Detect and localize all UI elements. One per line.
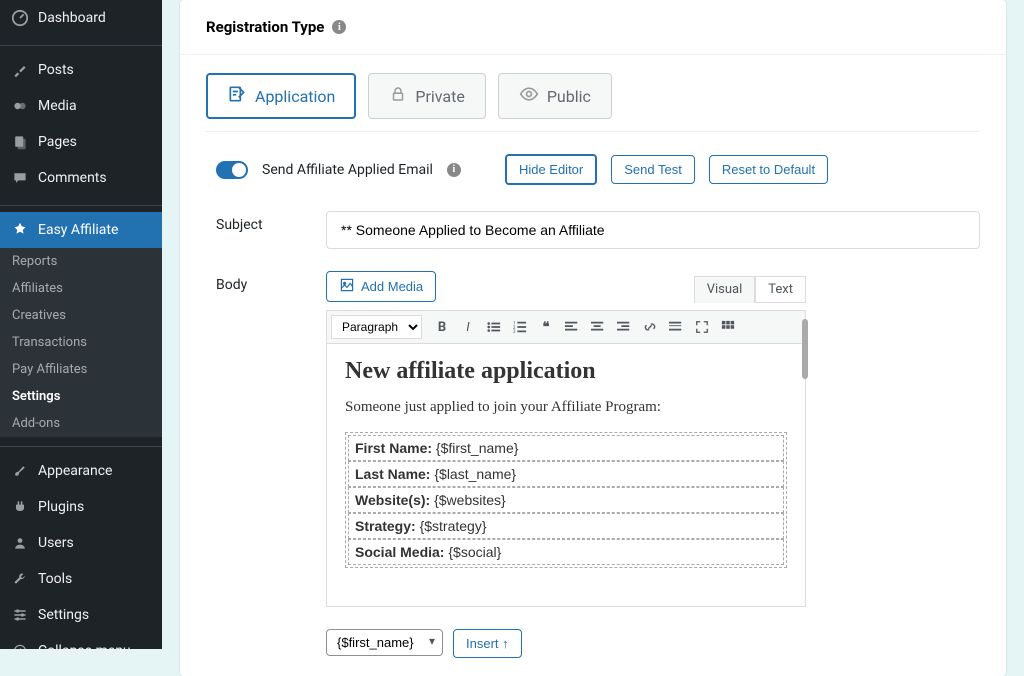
panel-header: Registration Type i <box>180 0 1006 55</box>
info-icon[interactable]: i <box>447 163 461 177</box>
content-table: First Name: {$first_name} Last Name: {$l… <box>345 432 787 568</box>
submenu-addons[interactable]: Add-ons <box>0 410 162 437</box>
add-media-button[interactable]: Add Media <box>326 271 436 302</box>
editor-content[interactable]: New affiliate application Someone just a… <box>327 344 805 606</box>
add-media-label: Add Media <box>361 279 423 294</box>
menu-label: Easy Affiliate <box>38 222 118 238</box>
submenu-affiliates[interactable]: Affiliates <box>0 275 162 302</box>
content-intro: Someone just applied to join your Affili… <box>345 399 787 416</box>
align-right-button[interactable] <box>612 315 636 339</box>
menu-easy-affiliate[interactable]: Easy Affiliate <box>0 212 162 248</box>
pages-icon <box>10 132 30 152</box>
scrollbar[interactable] <box>802 319 808 379</box>
bold-button[interactable]: B <box>430 315 454 339</box>
menu-label: Appearance <box>38 463 112 479</box>
placeholder-tag-select[interactable]: {$first_name} <box>326 629 443 656</box>
subject-label: Subject <box>216 211 326 233</box>
pin-icon <box>10 60 30 80</box>
submenu-creatives[interactable]: Creatives <box>0 302 162 329</box>
comments-icon <box>10 168 30 188</box>
menu-label: Dashboard <box>38 10 106 26</box>
tab-label: Application <box>255 87 335 106</box>
svg-text:3: 3 <box>513 330 516 334</box>
menu-comments[interactable]: Comments <box>0 160 162 196</box>
affiliate-icon <box>10 220 30 240</box>
menu-dashboard[interactable]: Dashboard <box>0 0 162 36</box>
editor-tab-visual[interactable]: Visual <box>694 276 756 303</box>
dashboard-icon <box>10 8 30 28</box>
menu-users[interactable]: Users <box>0 525 162 561</box>
menu-label: Media <box>38 98 77 114</box>
menu-label: Tools <box>38 571 72 587</box>
menu-posts[interactable]: Posts <box>0 52 162 88</box>
menu-tools[interactable]: Tools <box>0 561 162 597</box>
submenu-easy-affiliate: Reports Affiliates Creatives Transaction… <box>0 248 162 437</box>
sliders-icon <box>10 605 30 625</box>
align-center-button[interactable] <box>586 315 610 339</box>
hide-editor-button[interactable]: Hide Editor <box>505 154 597 185</box>
menu-label: Pages <box>38 134 77 150</box>
subject-input[interactable] <box>326 211 980 249</box>
menu-media[interactable]: Media <box>0 88 162 124</box>
submenu-settings[interactable]: Settings <box>0 383 162 410</box>
menu-label: Posts <box>38 62 74 78</box>
menu-label: Comments <box>38 170 107 186</box>
menu-pages[interactable]: Pages <box>0 124 162 160</box>
menu-appearance[interactable]: Appearance <box>0 453 162 489</box>
editor-tab-text[interactable]: Text <box>755 276 806 303</box>
menu-settings[interactable]: Settings <box>0 597 162 633</box>
submenu-transactions[interactable]: Transactions <box>0 329 162 356</box>
bullet-list-button[interactable] <box>482 315 506 339</box>
eye-icon <box>519 84 539 108</box>
italic-button[interactable]: I <box>456 315 480 339</box>
admin-sidebar: Dashboard Posts Media Pages Comments Eas… <box>0 0 162 649</box>
brush-icon <box>10 461 30 481</box>
submenu-pay[interactable]: Pay Affiliates <box>0 356 162 383</box>
table-row: Strategy: {$strategy} <box>348 513 784 539</box>
link-button[interactable] <box>638 315 662 339</box>
tab-label: Private <box>415 87 464 106</box>
users-icon <box>10 533 30 553</box>
application-icon <box>227 84 247 108</box>
tab-private[interactable]: Private <box>368 73 485 119</box>
fullscreen-button[interactable] <box>690 315 714 339</box>
wrench-icon <box>10 569 30 589</box>
table-row: Social Media: {$social} <box>348 539 784 565</box>
table-row: Last Name: {$last_name} <box>348 461 784 487</box>
editor-toolbar: Paragraph B I 123 ❝ <box>327 311 805 344</box>
reset-default-button[interactable]: Reset to Default <box>709 155 828 184</box>
menu-plugins[interactable]: Plugins <box>0 489 162 525</box>
tab-public[interactable]: Public <box>498 73 612 119</box>
insert-button[interactable]: Insert ↑ <box>453 629 522 658</box>
menu-label: Plugins <box>38 499 84 515</box>
lock-icon <box>389 85 407 107</box>
page-title: Registration Type <box>206 18 324 36</box>
plug-icon <box>10 497 30 517</box>
submenu-reports[interactable]: Reports <box>0 248 162 275</box>
send-email-toggle[interactable] <box>216 161 248 179</box>
content-heading: New affiliate application <box>345 358 787 385</box>
table-row: Website(s): {$websites} <box>348 487 784 513</box>
media-icon <box>339 277 355 296</box>
toolbar-toggle-button[interactable] <box>716 315 740 339</box>
more-button[interactable] <box>664 315 688 339</box>
align-left-button[interactable] <box>560 315 584 339</box>
send-test-button[interactable]: Send Test <box>611 155 695 184</box>
paragraph-select[interactable]: Paragraph <box>331 315 422 339</box>
send-email-label: Send Affiliate Applied Email <box>262 162 433 178</box>
quote-button[interactable]: ❝ <box>534 315 558 339</box>
info-icon[interactable]: i <box>332 20 346 34</box>
number-list-button[interactable]: 123 <box>508 315 532 339</box>
menu-label: Settings <box>38 607 89 623</box>
table-row: First Name: {$first_name} <box>348 435 784 461</box>
tab-label: Public <box>547 87 591 106</box>
body-label: Body <box>216 271 326 293</box>
menu-label: Users <box>38 535 74 551</box>
tab-application[interactable]: Application <box>206 73 356 119</box>
media-icon <box>10 96 30 116</box>
